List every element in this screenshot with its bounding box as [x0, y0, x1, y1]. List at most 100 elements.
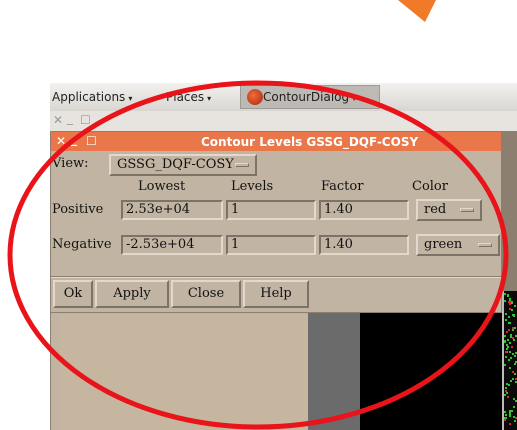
negative-lowest-input[interactable]: -2.53e+04: [121, 235, 223, 255]
spectrum-dot: [504, 300, 506, 302]
spectrum-dot: [512, 337, 514, 339]
positive-factor-input[interactable]: 1.40: [319, 200, 409, 220]
spectrum-dot: [509, 423, 511, 425]
spectrum-dot: [504, 411, 506, 413]
option-indicator-icon: [478, 243, 492, 247]
spectrum-dot: [507, 346, 509, 348]
spectrum-dot: [511, 346, 513, 348]
spectrum-dot: [506, 331, 508, 333]
positive-row-label: Positive: [52, 202, 104, 217]
dialog-titlebar: ✕ _ ☐ Contour Levels GSSG_DQF-COSY: [51, 132, 501, 151]
spectrum-dot: [514, 355, 516, 357]
negative-levels-input[interactable]: 1: [226, 235, 316, 255]
spectrum-dot: [504, 293, 506, 295]
view-select[interactable]: GSSG_DQF-COSY: [109, 154, 257, 176]
ok-button[interactable]: Ok: [53, 280, 93, 308]
spectrum-dot: [510, 334, 512, 336]
spectrum-dot: [510, 357, 512, 359]
negative-color-value: green: [424, 237, 463, 252]
spectrum-dot: [510, 380, 512, 382]
spectrum-dot: [514, 305, 516, 307]
option-indicator-icon: [460, 208, 474, 212]
background-window-scrollbar[interactable]: [308, 313, 360, 430]
apply-button[interactable]: Apply: [95, 280, 169, 308]
negative-row-label: Negative: [52, 237, 112, 252]
button-separator: [51, 276, 501, 278]
spectrum-dot: [505, 319, 507, 321]
spectrum-dot: [508, 329, 510, 331]
spectrum-dot: [509, 351, 511, 353]
spectrum-dot: [506, 348, 508, 350]
positive-color-value: red: [424, 202, 447, 217]
background-window-content: [60, 315, 308, 430]
places-menu[interactable]: Places ▾: [166, 90, 211, 104]
negative-color-select[interactable]: green: [416, 234, 500, 256]
applications-menu[interactable]: Applications ▾: [52, 90, 132, 104]
column-header-lowest: Lowest: [138, 179, 186, 194]
spectrum-dot: [511, 302, 513, 304]
spectrum-dot: [509, 342, 511, 344]
spectrum-dot: [512, 378, 514, 380]
spectrum-dot: [514, 373, 516, 375]
maximize-icon[interactable]: ☐: [86, 134, 97, 148]
places-label: Places: [166, 90, 205, 104]
spectrum-dot: [505, 313, 507, 315]
minimize-icon[interactable]: _: [71, 132, 77, 146]
negative-factor-input[interactable]: 1.40: [319, 235, 409, 255]
view-label: View:: [52, 156, 89, 171]
spectrum-dot: [513, 339, 515, 341]
spectrum-dot: [509, 322, 511, 324]
background-window-titlebar: ✕ _ ☐: [50, 111, 517, 132]
spectrum-dot: [508, 359, 510, 361]
spectrum-dot: [505, 414, 507, 416]
spectrum-dot: [514, 363, 516, 365]
chevron-down-icon: ▾: [352, 94, 357, 103]
spectrum-dot: [513, 315, 515, 317]
chevron-down-icon: ▾: [128, 94, 133, 103]
positive-levels-input[interactable]: 1: [226, 200, 316, 220]
spectrum-dot: [509, 367, 511, 369]
spectrum-dot: [504, 341, 506, 343]
taskbar-contour-dialog[interactable]: ContourDialog ▾: [240, 85, 380, 109]
spectrum-dot: [514, 420, 516, 422]
spectrum-dot: [512, 353, 514, 355]
spectrum-dot: [504, 419, 506, 421]
spectrum-dot: [507, 294, 509, 296]
positive-color-select[interactable]: red: [416, 199, 482, 221]
positive-lowest-input[interactable]: 2.53e+04: [121, 200, 223, 220]
column-header-factor: Factor: [321, 179, 364, 194]
close-icon[interactable]: ✕: [53, 113, 63, 127]
spectrum-canvas[interactable]: [360, 313, 502, 430]
close-button[interactable]: Close: [171, 280, 241, 308]
spectrum-dot: [512, 371, 514, 373]
maximize-icon[interactable]: ☐: [80, 113, 91, 127]
spectrum-dot: [511, 410, 513, 412]
spectrum-dot: [513, 406, 515, 408]
spectrum-dot: [509, 308, 511, 310]
spectrum-dot: [507, 396, 509, 398]
spectrum-dot: [508, 316, 510, 318]
chevron-down-icon: ▾: [207, 94, 212, 103]
spectrum-dot: [506, 344, 508, 346]
spectrum-dot: [504, 364, 506, 366]
spectrum-dot: [507, 339, 509, 341]
spectrum-dot: [504, 335, 506, 337]
minimize-icon[interactable]: _: [67, 111, 73, 125]
applications-label: Applications: [52, 90, 126, 104]
background-window-edge: [502, 131, 517, 291]
dialog-title: Contour Levels GSSG_DQF-COSY: [201, 135, 419, 149]
task-label: ContourDialog: [263, 90, 350, 104]
spectrum-dot: [511, 309, 513, 311]
spectrum-dot: [509, 413, 511, 415]
top-panel: Applications ▾ Places ▾ ContourDialog ▾: [50, 83, 517, 112]
spectrum-dot: [513, 416, 515, 418]
help-button[interactable]: Help: [243, 280, 309, 308]
option-indicator-icon: [235, 163, 249, 167]
column-header-levels: Levels: [231, 179, 274, 194]
contour-levels-dialog: ✕ _ ☐ Contour Levels GSSG_DQF-COSY View:…: [50, 131, 502, 313]
annotation-arrow: [398, 0, 436, 22]
spectrum-dot: [508, 384, 510, 386]
close-icon[interactable]: ✕: [56, 134, 66, 148]
view-select-value: GSSG_DQF-COSY: [117, 157, 234, 172]
column-header-color: Color: [412, 179, 448, 194]
